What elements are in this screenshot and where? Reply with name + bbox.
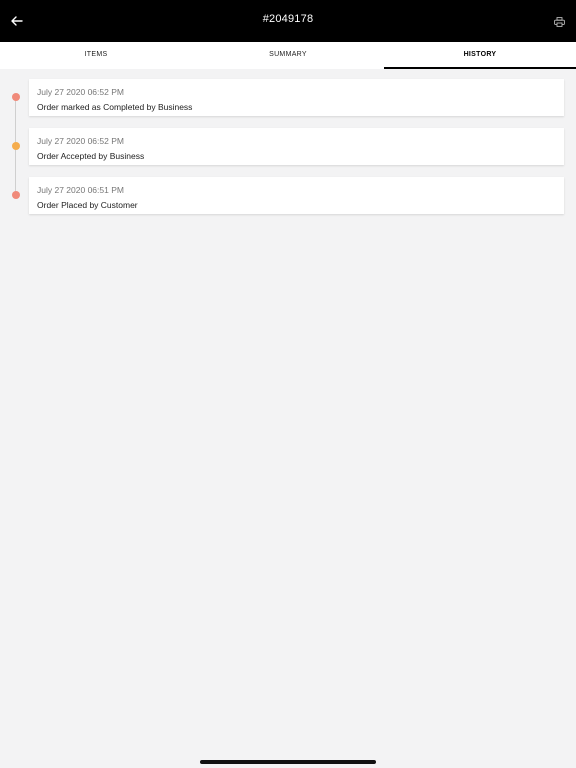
history-entry: July 27 2020 06:51 PM Order Placed by Cu…	[0, 176, 576, 225]
history-entry: July 27 2020 06:52 PM Order marked as Co…	[0, 78, 576, 127]
history-message: Order Placed by Customer	[37, 200, 138, 210]
history-time: July 27 2020 06:51 PM	[37, 185, 124, 195]
tab-items[interactable]: ITEMS	[0, 42, 192, 69]
history-timeline: July 27 2020 06:52 PM Order marked as Co…	[0, 78, 576, 225]
history-message: Order marked as Completed by Business	[37, 102, 193, 112]
tab-summary[interactable]: SUMMARY	[192, 42, 384, 69]
history-time: July 27 2020 06:52 PM	[37, 136, 124, 146]
history-card: July 27 2020 06:52 PM Order marked as Co…	[29, 79, 564, 116]
timeline-dot	[12, 142, 20, 150]
order-number-title: #2049178	[262, 13, 314, 25]
print-button[interactable]	[550, 14, 568, 30]
timeline-dot	[12, 191, 20, 199]
printer-icon	[553, 17, 565, 27]
timeline-dot	[12, 93, 20, 101]
top-app-bar: #2049178	[0, 0, 576, 42]
history-message: Order Accepted by Business	[37, 151, 145, 161]
tab-bar: ITEMS SUMMARY HISTORY	[0, 42, 576, 69]
history-time: July 27 2020 06:52 PM	[37, 87, 124, 97]
history-entry: July 27 2020 06:52 PM Order Accepted by …	[0, 127, 576, 176]
history-card: July 27 2020 06:51 PM Order Placed by Cu…	[29, 177, 564, 214]
home-indicator	[200, 760, 376, 764]
history-card: July 27 2020 06:52 PM Order Accepted by …	[29, 128, 564, 165]
tab-history[interactable]: HISTORY	[384, 42, 576, 69]
